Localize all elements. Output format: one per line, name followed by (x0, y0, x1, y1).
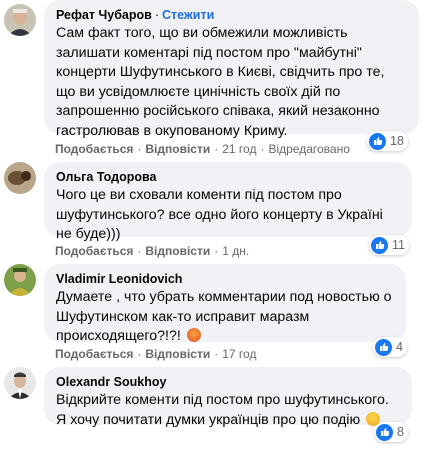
follow-button[interactable]: Стежити (162, 8, 214, 22)
timestamp[interactable]: 1 дн. (222, 244, 249, 258)
like-button[interactable]: Подобається (55, 347, 133, 361)
reply-button[interactable]: Відповісти (145, 244, 210, 258)
reaction-count-value: 4 (396, 340, 403, 354)
comment-bubble: Ольга Тодорова Чого це ви сховали комент… (44, 162, 412, 242)
edited-label: Відредаговано (268, 142, 350, 156)
angry-face-icon (186, 328, 201, 342)
comment-text-body: Думаете , что убрать комментарии под нов… (56, 289, 392, 344)
comment-bubble: Vladimir Leonidovich Думаете , что убрат… (44, 264, 406, 344)
reply-button[interactable]: Відповісти (145, 347, 210, 361)
reaction-count[interactable]: 8 (374, 422, 408, 442)
avatar[interactable] (4, 264, 36, 296)
author-name[interactable]: Ольга Тодорова (56, 170, 156, 184)
like-button[interactable]: Подобається (55, 244, 133, 258)
timestamp[interactable]: 17 год (222, 347, 256, 361)
comment-text: Думаете , что убрать комментарии под нов… (56, 288, 394, 347)
separator-dot: · (154, 8, 159, 22)
thumbs-up-icon (375, 338, 392, 356)
author-name[interactable]: Рефат Чубаров (56, 8, 152, 22)
author-name[interactable]: Vladimir Leonidovich (56, 272, 182, 286)
thumbs-up-icon (369, 132, 386, 150)
comment-bubble: Olexandr Soukhoy Відкрийте коменти під п… (44, 367, 412, 428)
avatar[interactable] (4, 4, 36, 36)
thumbs-up-icon (376, 423, 393, 441)
reaction-count-value: 11 (392, 238, 405, 252)
comment-bubble: Рефат Чубаров · Стежити Сам факт того, що … (44, 0, 419, 139)
timestamp[interactable]: 21 год (222, 142, 256, 156)
comment-text: Сам факт того, що ви обмежили можливість… (56, 25, 385, 139)
like-button[interactable]: Подобається (55, 142, 133, 156)
comment-text-body: Відкрийте коменти під постом про шуфутин… (56, 392, 389, 428)
reaction-count-value: 8 (397, 425, 404, 439)
reaction-count-value: 18 (390, 134, 404, 148)
reaction-count[interactable]: 11 (369, 235, 409, 255)
reaction-count[interactable]: 18 (367, 131, 408, 151)
comment-text: Відкрийте коменти під постом про шуфутин… (56, 391, 400, 430)
comment-text: Чого це ви сховали коменти під постом пр… (56, 187, 383, 242)
comment-actions: Подобається · Відповісти · 17 год (55, 347, 257, 361)
avatar[interactable] (4, 367, 36, 399)
reply-button[interactable]: Відповісти (145, 142, 210, 156)
comment-actions: Подобається · Відповісти · 21 год · Відредагов… (55, 142, 350, 156)
avatar[interactable] (4, 162, 36, 194)
reaction-count[interactable]: 4 (373, 337, 407, 357)
author-name[interactable]: Olexandr Soukhoy (56, 375, 166, 389)
thumbs-up-icon (371, 236, 388, 254)
comment-actions: Подобається · Відповісти · 1 дн. (55, 244, 250, 258)
